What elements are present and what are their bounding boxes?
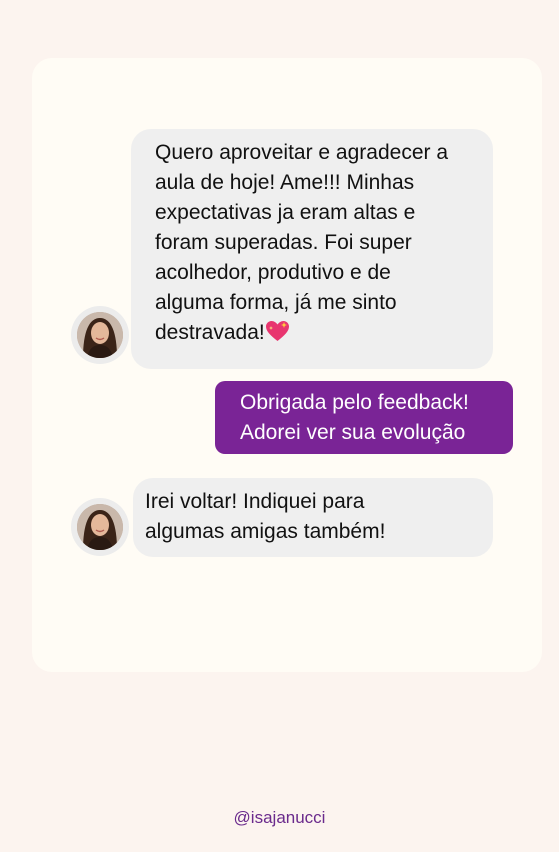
- message-bubble-incoming: Irei voltar! Indiquei para algumas amiga…: [133, 478, 493, 557]
- message-bubble-outgoing: Obrigada pelo feedback! Adorei ver sua e…: [215, 381, 513, 454]
- message-text: Irei voltar! Indiquei para algumas amiga…: [145, 490, 386, 543]
- message-text: Obrigada pelo feedback! Adorei ver sua e…: [240, 391, 469, 444]
- message-bubble-incoming: Quero aproveitar e agradecer a aula de h…: [131, 129, 493, 369]
- contact-avatar[interactable]: [71, 306, 129, 364]
- contact-avatar[interactable]: [71, 498, 129, 556]
- sparkling-heart-icon: [265, 320, 290, 342]
- author-handle: @isajanucci: [233, 808, 326, 827]
- message-text: Quero aproveitar e agradecer a aula de h…: [155, 141, 449, 344]
- avatar-photo-icon: [77, 504, 123, 550]
- avatar-photo-icon: [77, 312, 123, 358]
